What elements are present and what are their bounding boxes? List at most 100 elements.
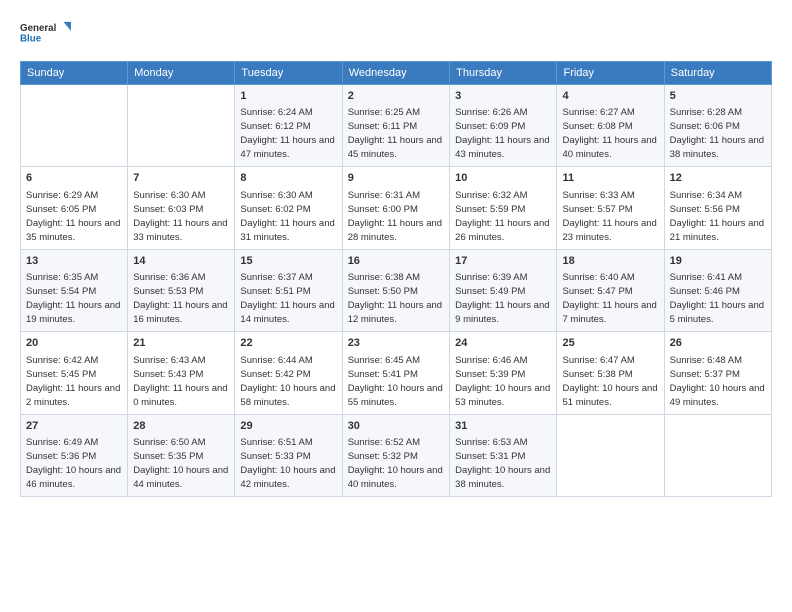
day-number: 4 xyxy=(562,89,658,104)
day-info: Sunrise: 6:31 AM Sunset: 6:00 PM Dayligh… xyxy=(348,190,442,243)
day-info: Sunrise: 6:51 AM Sunset: 5:33 PM Dayligh… xyxy=(240,437,335,490)
day-number: 24 xyxy=(455,336,551,351)
calendar-cell: 7 Sunrise: 6:30 AM Sunset: 6:03 PM Daylig… xyxy=(128,167,235,249)
calendar-cell: 2 Sunrise: 6:25 AM Sunset: 6:11 PM Daylig… xyxy=(342,85,449,167)
weekday-header-row: SundayMondayTuesdayWednesdayThursdayFrid… xyxy=(21,62,772,85)
calendar-cell: 19Sunrise: 6:41 AM Sunset: 5:46 PM Dayli… xyxy=(664,249,771,331)
day-number: 11 xyxy=(562,171,658,186)
day-number: 3 xyxy=(455,89,551,104)
day-number: 17 xyxy=(455,254,551,269)
day-number: 9 xyxy=(348,171,444,186)
day-number: 10 xyxy=(455,171,551,186)
day-info: Sunrise: 6:34 AM Sunset: 5:56 PM Dayligh… xyxy=(670,190,764,243)
logo-svg: GeneralBlue xyxy=(20,16,80,51)
day-number: 30 xyxy=(348,419,444,434)
day-info: Sunrise: 6:44 AM Sunset: 5:42 PM Dayligh… xyxy=(240,355,335,408)
weekday-header-tuesday: Tuesday xyxy=(235,62,342,85)
day-info: Sunrise: 6:32 AM Sunset: 5:59 PM Dayligh… xyxy=(455,190,549,243)
day-number: 2 xyxy=(348,89,444,104)
calendar-cell: 5 Sunrise: 6:28 AM Sunset: 6:06 PM Daylig… xyxy=(664,85,771,167)
calendar-cell xyxy=(21,85,128,167)
calendar-cell: 29 Sunrise: 6:51 AM Sunset: 5:33 PM Dayli… xyxy=(235,414,342,496)
day-info: Sunrise: 6:36 AM Sunset: 5:53 PM Dayligh… xyxy=(133,272,227,325)
calendar-cell: 28 Sunrise: 6:50 AM Sunset: 5:35 PM Dayli… xyxy=(128,414,235,496)
calendar-cell: 8Sunrise: 6:30 AM Sunset: 6:02 PM Daylig… xyxy=(235,167,342,249)
day-number: 8 xyxy=(240,171,336,186)
calendar-cell: 17 Sunrise: 6:39 AM Sunset: 5:49 PM Dayli… xyxy=(450,249,557,331)
calendar-cell xyxy=(128,85,235,167)
calendar-cell: 24 Sunrise: 6:46 AM Sunset: 5:39 PM Dayli… xyxy=(450,332,557,414)
day-info: Sunrise: 6:29 AM Sunset: 6:05 PM Dayligh… xyxy=(26,190,120,243)
calendar-cell: 6 Sunrise: 6:29 AM Sunset: 6:05 PM Daylig… xyxy=(21,167,128,249)
day-info: Sunrise: 6:42 AM Sunset: 5:45 PM Dayligh… xyxy=(26,355,120,408)
day-number: 25 xyxy=(562,336,658,351)
weekday-header-sunday: Sunday xyxy=(21,62,128,85)
week-row-2: 13 Sunrise: 6:35 AM Sunset: 5:54 PM Dayli… xyxy=(21,249,772,331)
calendar-cell: 14 Sunrise: 6:36 AM Sunset: 5:53 PM Dayli… xyxy=(128,249,235,331)
week-row-0: 1Sunrise: 6:24 AM Sunset: 6:12 PM Daylig… xyxy=(21,85,772,167)
day-info: Sunrise: 6:52 AM Sunset: 5:32 PM Dayligh… xyxy=(348,437,443,490)
day-number: 23 xyxy=(348,336,444,351)
calendar-cell: 25 Sunrise: 6:47 AM Sunset: 5:38 PM Dayli… xyxy=(557,332,664,414)
day-number: 14 xyxy=(133,254,229,269)
calendar-cell xyxy=(664,414,771,496)
calendar-cell: 21Sunrise: 6:43 AM Sunset: 5:43 PM Dayli… xyxy=(128,332,235,414)
day-info: Sunrise: 6:53 AM Sunset: 5:31 PM Dayligh… xyxy=(455,437,550,490)
day-number: 12 xyxy=(670,171,766,186)
day-number: 13 xyxy=(26,254,122,269)
day-number: 20 xyxy=(26,336,122,351)
day-number: 31 xyxy=(455,419,551,434)
calendar-cell: 15 Sunrise: 6:37 AM Sunset: 5:51 PM Dayli… xyxy=(235,249,342,331)
day-number: 18 xyxy=(562,254,658,269)
day-number: 7 xyxy=(133,171,229,186)
day-info: Sunrise: 6:26 AM Sunset: 6:09 PM Dayligh… xyxy=(455,107,549,160)
day-info: Sunrise: 6:24 AM Sunset: 6:12 PM Dayligh… xyxy=(240,107,334,160)
week-row-4: 27Sunrise: 6:49 AM Sunset: 5:36 PM Dayli… xyxy=(21,414,772,496)
calendar-cell: 12 Sunrise: 6:34 AM Sunset: 5:56 PM Dayli… xyxy=(664,167,771,249)
day-number: 21 xyxy=(133,336,229,351)
calendar-cell: 20 Sunrise: 6:42 AM Sunset: 5:45 PM Dayli… xyxy=(21,332,128,414)
day-info: Sunrise: 6:47 AM Sunset: 5:38 PM Dayligh… xyxy=(562,355,657,408)
weekday-header-saturday: Saturday xyxy=(664,62,771,85)
day-info: Sunrise: 6:25 AM Sunset: 6:11 PM Dayligh… xyxy=(348,107,442,160)
calendar-cell xyxy=(557,414,664,496)
day-number: 16 xyxy=(348,254,444,269)
calendar-cell: 10 Sunrise: 6:32 AM Sunset: 5:59 PM Dayli… xyxy=(450,167,557,249)
calendar-cell: 31 Sunrise: 6:53 AM Sunset: 5:31 PM Dayli… xyxy=(450,414,557,496)
weekday-header-wednesday: Wednesday xyxy=(342,62,449,85)
day-info: Sunrise: 6:35 AM Sunset: 5:54 PM Dayligh… xyxy=(26,272,120,325)
calendar-cell: 26 Sunrise: 6:48 AM Sunset: 5:37 PM Dayli… xyxy=(664,332,771,414)
day-info: Sunrise: 6:50 AM Sunset: 5:35 PM Dayligh… xyxy=(133,437,228,490)
calendar-cell: 9 Sunrise: 6:31 AM Sunset: 6:00 PM Daylig… xyxy=(342,167,449,249)
day-info: Sunrise: 6:37 AM Sunset: 5:51 PM Dayligh… xyxy=(240,272,334,325)
day-number: 28 xyxy=(133,419,229,434)
day-info: Sunrise: 6:30 AM Sunset: 6:03 PM Dayligh… xyxy=(133,190,227,243)
day-info: Sunrise: 6:39 AM Sunset: 5:49 PM Dayligh… xyxy=(455,272,549,325)
day-number: 15 xyxy=(240,254,336,269)
day-info: Sunrise: 6:38 AM Sunset: 5:50 PM Dayligh… xyxy=(348,272,442,325)
day-info: Sunrise: 6:28 AM Sunset: 6:06 PM Dayligh… xyxy=(670,107,764,160)
week-row-1: 6 Sunrise: 6:29 AM Sunset: 6:05 PM Daylig… xyxy=(21,167,772,249)
calendar-cell: 27Sunrise: 6:49 AM Sunset: 5:36 PM Dayli… xyxy=(21,414,128,496)
weekday-header-friday: Friday xyxy=(557,62,664,85)
calendar: SundayMondayTuesdayWednesdayThursdayFrid… xyxy=(20,61,772,497)
calendar-cell: 16 Sunrise: 6:38 AM Sunset: 5:50 PM Dayli… xyxy=(342,249,449,331)
calendar-cell: 11Sunrise: 6:33 AM Sunset: 5:57 PM Dayli… xyxy=(557,167,664,249)
day-info: Sunrise: 6:49 AM Sunset: 5:36 PM Dayligh… xyxy=(26,437,121,490)
logo: GeneralBlue xyxy=(20,16,80,51)
day-number: 6 xyxy=(26,171,122,186)
calendar-cell: 30 Sunrise: 6:52 AM Sunset: 5:32 PM Dayli… xyxy=(342,414,449,496)
day-number: 29 xyxy=(240,419,336,434)
calendar-cell: 1Sunrise: 6:24 AM Sunset: 6:12 PM Daylig… xyxy=(235,85,342,167)
day-number: 19 xyxy=(670,254,766,269)
day-number: 26 xyxy=(670,336,766,351)
header: GeneralBlue xyxy=(20,16,772,51)
calendar-cell: 22 Sunrise: 6:44 AM Sunset: 5:42 PM Dayli… xyxy=(235,332,342,414)
day-number: 22 xyxy=(240,336,336,351)
calendar-cell: 23Sunrise: 6:45 AM Sunset: 5:41 PM Dayli… xyxy=(342,332,449,414)
day-info: Sunrise: 6:46 AM Sunset: 5:39 PM Dayligh… xyxy=(455,355,550,408)
weekday-header-thursday: Thursday xyxy=(450,62,557,85)
day-number: 5 xyxy=(670,89,766,104)
day-info: Sunrise: 6:40 AM Sunset: 5:47 PM Dayligh… xyxy=(562,272,656,325)
day-info: Sunrise: 6:48 AM Sunset: 5:37 PM Dayligh… xyxy=(670,355,765,408)
